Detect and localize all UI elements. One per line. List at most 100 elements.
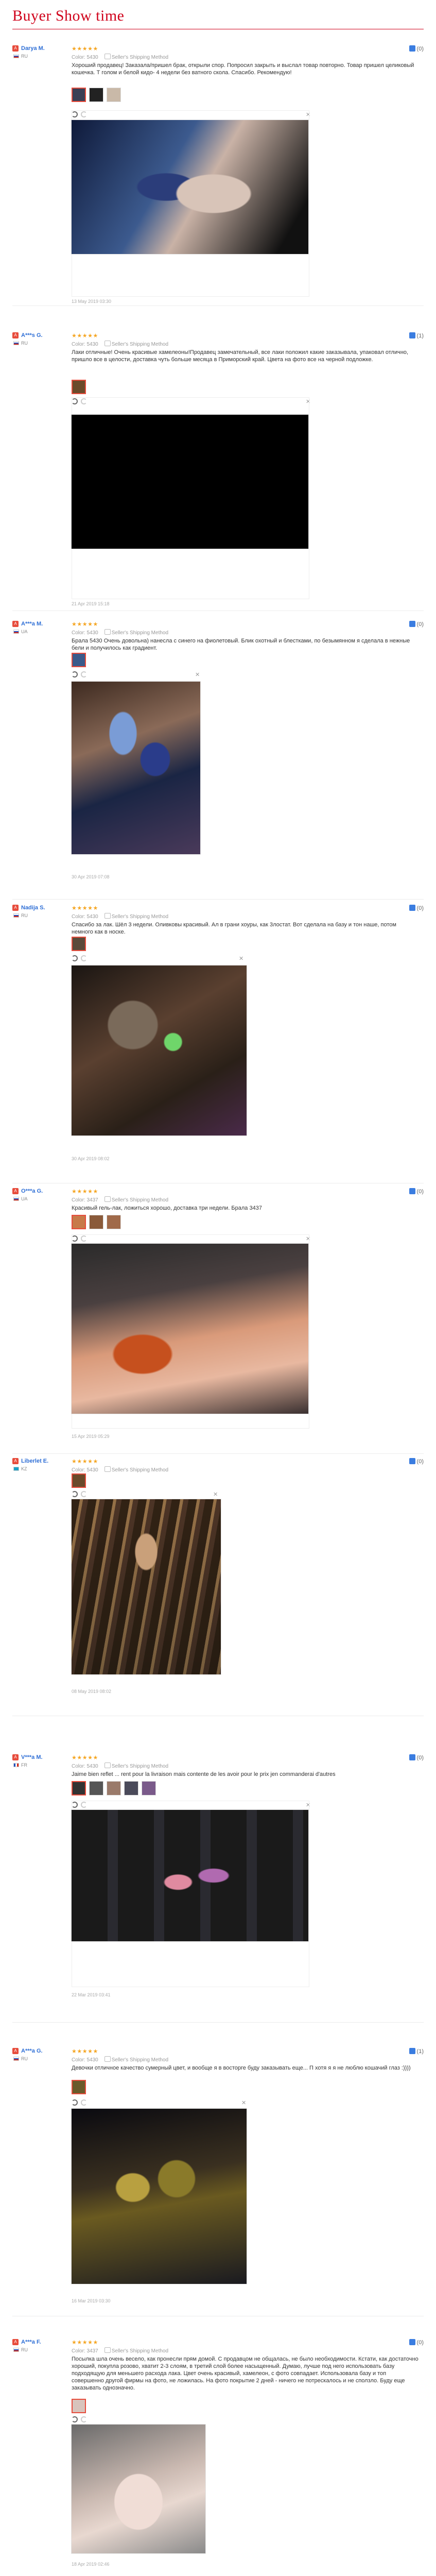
photo-thumbnails	[72, 380, 86, 394]
photo-thumbnail[interactable]	[107, 88, 121, 102]
photo-thumbnail[interactable]	[72, 1215, 86, 1229]
reviewer-name[interactable]: A***a M.	[21, 621, 43, 627]
avatar-icon: A	[12, 1458, 19, 1464]
helpful-button[interactable]: (0)	[409, 1188, 424, 1195]
photo-viewer-controls	[72, 2099, 87, 2106]
photo-thumbnail[interactable]	[72, 1781, 86, 1795]
reviewer-name[interactable]: Darya M.	[21, 45, 45, 52]
photo-thumbnail[interactable]	[72, 88, 86, 102]
helpful-count: (0)	[416, 46, 424, 52]
avatar-icon: A	[12, 1188, 19, 1194]
photo-thumbnails	[72, 937, 86, 951]
color-value: 3437	[86, 1197, 98, 1203]
photo-thumbnail[interactable]	[72, 937, 86, 951]
helpful-button[interactable]: (0)	[409, 1754, 424, 1761]
reviewer-name[interactable]: Liberlet E.	[21, 1458, 48, 1464]
rotate-right-icon[interactable]	[81, 955, 87, 961]
photo-thumbnail[interactable]	[72, 2080, 86, 2094]
photo-thumbnail[interactable]	[72, 2399, 86, 2413]
helpful-button[interactable]: (1)	[409, 332, 424, 339]
photo-thumbnail[interactable]	[72, 1473, 86, 1488]
thumbs-up-icon	[409, 1188, 415, 1194]
thumbs-up-icon	[409, 1754, 415, 1760]
close-icon[interactable]: ✕	[241, 2099, 246, 2106]
color-label: Color:	[72, 914, 85, 920]
color-label: Color:	[72, 2348, 85, 2354]
review-photo	[72, 965, 247, 1136]
rotate-left-icon[interactable]	[72, 2099, 78, 2106]
review-text: Девочки отличное качество сумерный цвет,…	[72, 2065, 411, 2071]
color-value: 5430	[86, 1764, 98, 1769]
shipping-method: Seller's Shipping Method	[111, 2348, 169, 2354]
rotate-left-icon[interactable]	[72, 955, 78, 961]
review-date: 08 May 2019 08:02	[72, 1689, 112, 1694]
photo-thumbnail[interactable]	[142, 1781, 156, 1795]
helpful-button[interactable]: (0)	[409, 1458, 424, 1465]
review-photo	[72, 2425, 205, 2553]
order-attributes: Color: 3437 Seller's Shipping Method	[72, 2347, 168, 2354]
review-text: Jaime bien reflet ... rent pour la livra…	[72, 1771, 336, 1777]
photo-thumbnail[interactable]	[89, 1781, 103, 1795]
rotate-left-icon[interactable]	[72, 2416, 78, 2422]
reviewer-name[interactable]: Nadija S.	[21, 905, 45, 911]
helpful-button[interactable]: (0)	[409, 905, 424, 911]
flag-icon	[13, 630, 19, 634]
avatar-icon: A	[12, 905, 19, 911]
photo-viewer-controls	[72, 2416, 87, 2422]
color-value: 5430	[86, 1467, 98, 1473]
photo-thumbnail[interactable]	[107, 1215, 121, 1229]
reviewer-country: RU	[21, 341, 28, 346]
review-date: 15 Apr 2019 05:29	[72, 1434, 110, 1439]
helpful-button[interactable]: (0)	[409, 2339, 424, 2346]
reviewer-country: RU	[21, 913, 28, 918]
rotate-right-icon[interactable]	[81, 2099, 87, 2106]
photo-thumbnail[interactable]	[89, 88, 103, 102]
reviewer-name[interactable]: V***a M.	[21, 1754, 43, 1760]
review-photo	[72, 2109, 247, 2284]
review-photo	[72, 1499, 221, 1674]
order-attributes: Color: 3437 Seller's Shipping Method	[72, 1196, 168, 1203]
star-rating: ★★★★★	[72, 2340, 98, 2346]
review-date: 22 Mar 2019 03:41	[72, 1992, 111, 1997]
color-value: 5430	[86, 630, 98, 636]
avatar-icon: A	[12, 45, 19, 52]
order-attributes: Color: 5430 Seller's Shipping Method	[72, 341, 168, 347]
rotate-right-icon[interactable]	[81, 1491, 87, 1497]
photo-thumbnail[interactable]	[72, 653, 86, 667]
reviewer-name[interactable]: A***a G.	[21, 2048, 43, 2054]
photo-thumbnail[interactable]	[72, 380, 86, 394]
review-date: 30 Apr 2019 08:02	[72, 1156, 110, 1161]
color-value: 5430	[86, 55, 98, 60]
helpful-count: (1)	[416, 2048, 424, 2055]
rotate-left-icon[interactable]	[72, 671, 78, 677]
reviewer-name[interactable]: A***a F.	[21, 2339, 41, 2345]
close-icon[interactable]: ✕	[195, 671, 200, 678]
helpful-button[interactable]: (1)	[409, 2048, 424, 2055]
reviewer-name[interactable]: A***s G.	[21, 332, 43, 338]
close-icon[interactable]: ✕	[213, 1491, 218, 1498]
flag-icon	[13, 1467, 19, 1471]
thumbs-up-icon	[409, 45, 415, 52]
shipping-icon	[104, 2347, 111, 2353]
photo-viewer-controls	[72, 1491, 87, 1497]
shipping-method: Seller's Shipping Method	[111, 1197, 169, 1203]
shipping-method: Seller's Shipping Method	[111, 1467, 169, 1473]
review-photo	[72, 415, 308, 549]
rotate-left-icon[interactable]	[72, 1491, 78, 1497]
photo-thumbnail[interactable]	[107, 1781, 121, 1795]
close-icon[interactable]: ✕	[239, 955, 243, 962]
rotate-right-icon[interactable]	[81, 671, 87, 677]
reviewer-country: RU	[21, 2347, 28, 2352]
photo-thumbnail[interactable]	[89, 1215, 103, 1229]
helpful-button[interactable]: (0)	[409, 621, 424, 628]
review-item: A A***a M. UA ★★★★★ Color: 5430 Seller's …	[12, 621, 424, 900]
review-photo	[72, 1244, 308, 1414]
reviewer-name[interactable]: O***a G.	[21, 1188, 43, 1194]
photo-thumbnail[interactable]	[124, 1781, 138, 1795]
flag-icon	[13, 2057, 19, 2061]
thumbs-up-icon	[409, 2339, 415, 2345]
star-rating: ★★★★★	[72, 621, 98, 628]
rotate-right-icon[interactable]	[81, 2416, 87, 2422]
photo-thumbnails	[72, 1473, 86, 1488]
helpful-button[interactable]: (0)	[409, 45, 424, 52]
